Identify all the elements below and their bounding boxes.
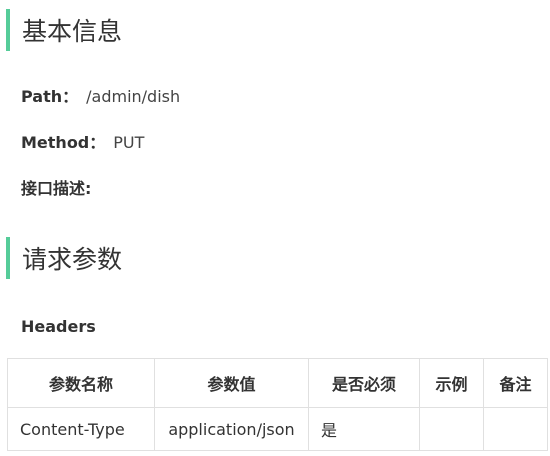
path-field: Path： /admin/dish [21, 86, 180, 108]
headers-label: Headers [21, 317, 96, 336]
section-title-request-params-text: 请求参数 [22, 245, 123, 274]
method-label: Method： [21, 133, 106, 152]
section-title-basic-info-text: 基本信息 [22, 17, 123, 46]
cell-remark [483, 407, 548, 451]
table-row: Content-Type application/json 是 [7, 407, 548, 451]
column-header-required: 是否必须 [308, 358, 420, 408]
column-header-remark: 备注 [483, 358, 548, 408]
description-label: 接口描述: [21, 179, 92, 198]
cell-required: 是 [308, 407, 420, 451]
cell-example [419, 407, 484, 451]
section-title-request-params: 请求参数 [6, 237, 122, 279]
description-field: 接口描述: [21, 178, 91, 200]
column-header-param-name: 参数名称 [7, 358, 155, 408]
method-field: Method： PUT [21, 132, 144, 154]
cell-param-value: application/json [154, 407, 309, 451]
column-header-example: 示例 [419, 358, 484, 408]
cell-param-name: Content-Type [7, 407, 155, 451]
column-header-param-value: 参数值 [154, 358, 309, 408]
path-label: Path： [21, 87, 79, 106]
method-value: PUT [113, 133, 145, 152]
table-header-row: 参数名称 参数值 是否必须 示例 备注 [7, 358, 548, 408]
section-title-basic-info: 基本信息 [6, 9, 122, 51]
path-value: /admin/dish [86, 87, 181, 106]
headers-table: 参数名称 参数值 是否必须 示例 备注 Content-Type applica… [7, 358, 548, 451]
